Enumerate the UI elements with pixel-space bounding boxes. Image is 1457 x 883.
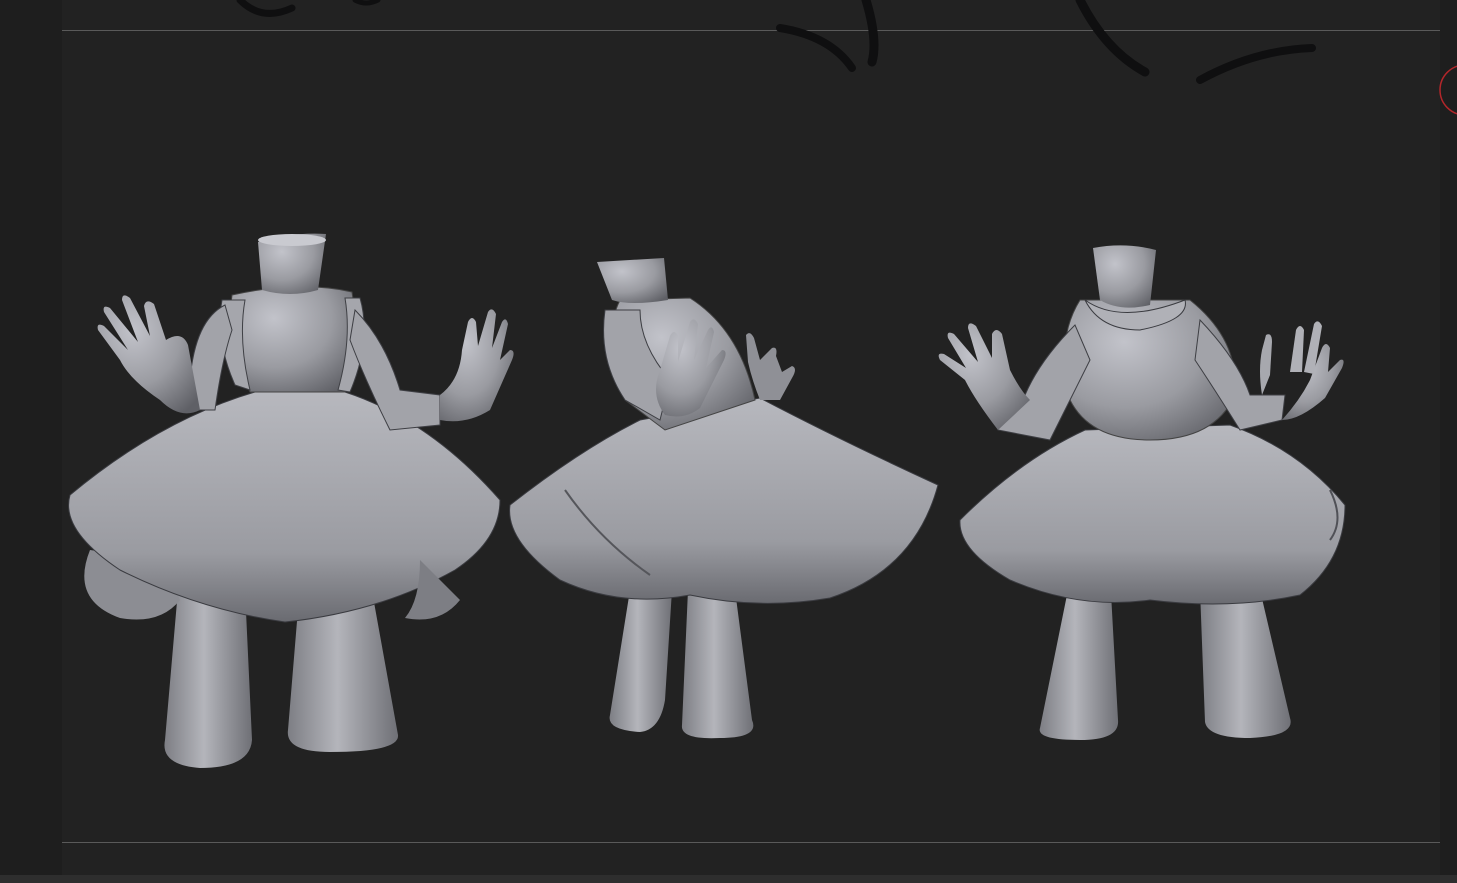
hair-strands	[236, 0, 1316, 84]
status-bar	[0, 875, 1457, 883]
viewport-scene[interactable]	[0, 0, 1457, 883]
zbrush-window	[0, 0, 1457, 883]
model-figure-front[interactable]	[68, 233, 514, 768]
model-figure-back[interactable]	[938, 245, 1346, 740]
model-figure-side[interactable]	[509, 258, 939, 739]
hud-circle-icon[interactable]	[1439, 65, 1457, 115]
